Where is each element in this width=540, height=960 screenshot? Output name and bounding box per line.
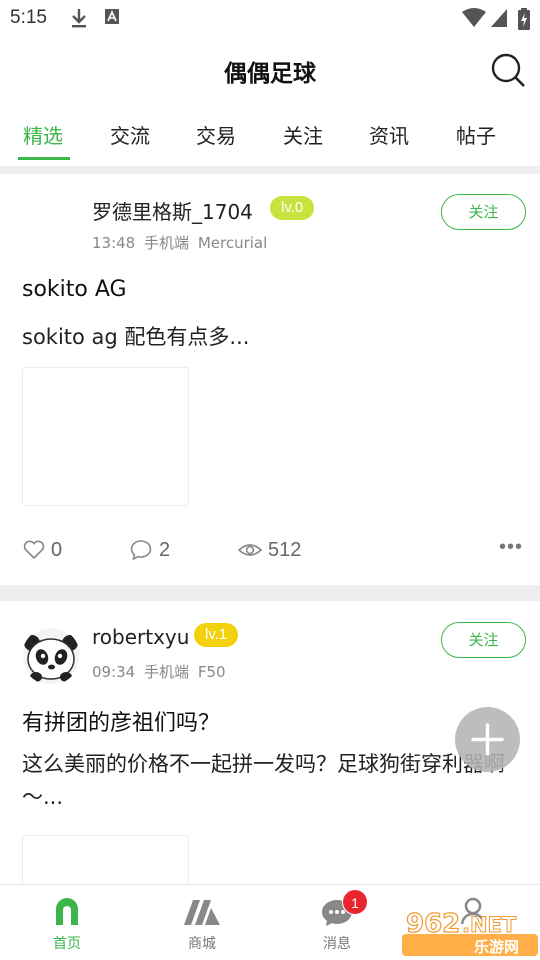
username[interactable]: robertxyu [92,625,189,649]
unread-badge: 1 [342,889,368,915]
watermark-logo: 962 .NET 乐游网 [402,908,538,956]
category-tabs: 精选 交流 交易 关注 资讯 帖子 [0,100,540,166]
post-time: 09:34 [92,663,136,681]
tab-news[interactable]: 资讯 [354,120,424,149]
search-button[interactable] [488,50,528,90]
comment-button[interactable]: 2 [129,538,189,564]
post-time: 13:48 [92,234,136,252]
search-icon [491,53,525,87]
active-tab-indicator [18,157,70,160]
view-stat: 512 [237,538,317,564]
post-device: 手机端 [144,234,190,252]
create-post-button[interactable] [455,707,520,772]
more-button[interactable]: ••• [499,536,523,559]
heart-icon [23,540,45,560]
download-icon [72,9,86,28]
nav-home-label: 首页 [53,936,81,952]
follow-button[interactable]: 关注 [441,622,526,658]
tab-following[interactable]: 关注 [268,120,338,149]
eye-icon [237,544,263,556]
plus-icon [471,723,504,756]
like-button[interactable]: 0 [22,538,82,564]
post-tag: Mercurial [197,234,268,252]
avatar[interactable] [22,188,80,246]
view-count: 512 [268,539,302,561]
tab-featured[interactable]: 精选 [8,120,78,149]
watermark-suffix: .NET [462,913,517,937]
like-count: 0 [51,539,63,561]
mall-icon [184,900,220,925]
site-watermark: 962 .NET 乐游网 [400,904,540,958]
post-card[interactable]: 罗德里格斯_1704 lv.0 13:48 手机端 Mercurial 关注 s… [0,174,540,585]
level-badge: lv.0 [270,196,315,220]
post-device: 手机端 [144,663,190,681]
comment-count: 2 [159,539,171,561]
watermark-brand: 962 [406,909,460,939]
signal-icon [491,9,507,27]
divider [0,585,540,601]
post-image[interactable] [22,835,189,884]
status-time: 5:15 [10,7,47,28]
post-title[interactable]: sokito AG [22,277,127,302]
nav-home[interactable]: 首页 [27,885,107,960]
tab-exchange[interactable]: 交流 [95,120,165,149]
nav-mall[interactable]: 商城 [162,885,242,960]
username[interactable]: 罗德里格斯_1704 [92,196,253,225]
post-tag: F50 [197,663,226,681]
post-image[interactable] [22,367,189,506]
post-body[interactable]: 这么美丽的价格不一起拼一发吗？足球狗街穿利器啊～... [22,748,527,814]
tab-trade[interactable]: 交易 [181,120,251,149]
post-meta: 09:34 手机端 F50 [92,661,226,682]
follow-button[interactable]: 关注 [441,194,526,230]
nav-mall-label: 商城 [188,936,216,952]
post-body[interactable]: sokito ag 配色有点多... [22,321,527,354]
nav-messages-label: 消息 [323,936,351,952]
divider [0,166,540,174]
post-title[interactable]: 有拼团的彦祖们吗？ [22,705,220,737]
panda-avatar-icon [23,628,79,684]
tab-posts[interactable]: 帖子 [441,120,511,149]
avatar[interactable] [22,627,80,685]
watermark-sub: 乐游网 [474,938,519,956]
text-app-icon [105,9,119,24]
wifi-icon [462,8,486,27]
status-bar: 5:15 [0,0,540,36]
header: 偶偶足球 [0,36,540,100]
home-arch-icon [56,898,78,925]
page-title: 偶偶足球 [224,61,316,87]
battery-icon [518,8,530,30]
comment-icon [130,540,152,561]
level-badge: lv.1 [194,623,239,647]
post-meta: 13:48 手机端 Mercurial [92,232,267,253]
